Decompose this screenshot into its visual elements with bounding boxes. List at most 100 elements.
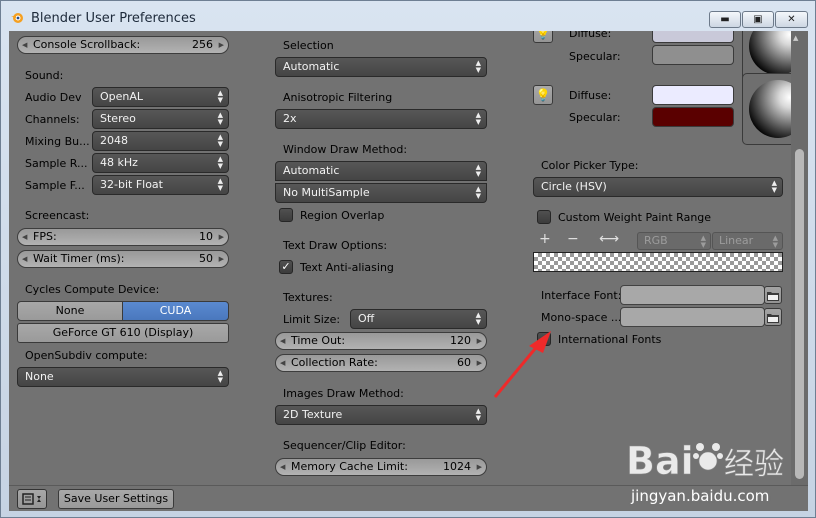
updown-arrow-icon: ▲ ▼ [772, 234, 778, 249]
color-mode-value: RGB [644, 234, 668, 247]
editor-type-button[interactable] [17, 489, 47, 509]
updown-arrow-icon: ▲ ▼ [475, 59, 481, 74]
limit-size-dropdown[interactable]: Off ▲ ▼ [350, 309, 487, 329]
increment-arrow-icon[interactable]: ▶ [219, 233, 224, 241]
channels-dropdown[interactable]: Stereo ▲ ▼ [92, 109, 229, 129]
mixing-buffer-value: 2048 [100, 134, 128, 147]
updown-arrow-icon: ▲ ▼ [475, 111, 481, 126]
increment-arrow-icon[interactable]: ▶ [477, 359, 482, 367]
time-out-field[interactable]: ◀ Time Out: 120 ▶ [275, 332, 487, 350]
interpolation-dropdown[interactable]: Linear ▲ ▼ [712, 232, 783, 250]
decrement-arrow-icon[interactable]: ◀ [280, 359, 285, 367]
opensubdiv-value: None [25, 370, 54, 383]
color-mode-dropdown[interactable]: RGB ▲ ▼ [637, 232, 711, 250]
diffuse-color-swatch-1[interactable] [652, 31, 734, 43]
title-bar[interactable]: Blender User Preferences ▬ ▣ ✕ [1, 1, 815, 31]
international-fonts-checkbox[interactable]: ✓ [537, 332, 551, 346]
folder-icon [767, 314, 779, 323]
decrement-arrow-icon[interactable]: ◀ [22, 233, 27, 241]
anisotropic-dropdown[interactable]: 2x ▲ ▼ [275, 109, 487, 129]
multisample-dropdown[interactable]: No MultiSample ▲ ▼ [275, 183, 487, 203]
decrement-arrow-icon[interactable]: ◀ [280, 463, 285, 471]
watermark-url: jingyan.baidu.com [631, 487, 770, 505]
updown-arrow-icon: ▲ ▼ [217, 89, 223, 104]
increment-arrow-icon[interactable]: ▶ [477, 463, 482, 471]
specular-color-swatch-1[interactable] [652, 45, 734, 65]
specular-color-swatch-2[interactable] [652, 107, 734, 127]
interface-font-input[interactable] [620, 285, 765, 305]
screencast-header: Screencast: [25, 209, 90, 222]
custom-weight-checkbox[interactable] [537, 210, 551, 224]
text-antialiasing-label: Text Anti-aliasing [300, 261, 394, 274]
gpu-device-button[interactable]: GeForce GT 610 (Display) [17, 323, 229, 343]
save-user-settings-button[interactable]: Save User Settings [58, 489, 174, 509]
mixing-buffer-dropdown[interactable]: 2048 ▲ ▼ [92, 131, 229, 151]
memory-cache-label: Memory Cache Limit: [291, 460, 408, 473]
color-picker-dropdown[interactable]: Circle (HSV) ▲ ▼ [533, 177, 783, 197]
sample-rate-dropdown[interactable]: 48 kHz ▲ ▼ [92, 153, 229, 173]
images-draw-value: 2D Texture [283, 408, 343, 421]
add-icon[interactable]: + [539, 231, 551, 247]
device-none-button[interactable]: None [17, 301, 123, 321]
audio-dev-value: OpenAL [100, 90, 144, 103]
channels-value: Stereo [100, 112, 136, 125]
updown-arrow-icon: ▲ ▼ [217, 133, 223, 148]
remove-icon[interactable]: − [567, 231, 579, 247]
increment-arrow-icon[interactable]: ▶ [477, 337, 482, 345]
selection-dropdown[interactable]: Automatic ▲ ▼ [275, 57, 487, 77]
console-scrollback-label: Console Scrollback: [33, 38, 141, 51]
updown-arrow-icon: ▲ ▼ [217, 369, 223, 384]
window-draw-dropdown[interactable]: Automatic ▲ ▼ [275, 161, 487, 181]
maximize-button[interactable]: ▣ [742, 11, 774, 28]
diffuse-label-2: Diffuse: [569, 89, 612, 102]
updown-arrow-icon: ▲ ▼ [475, 311, 481, 326]
collection-rate-field[interactable]: ◀ Collection Rate: 60 ▶ [275, 354, 487, 372]
updown-arrow-icon: ▲ ▼ [217, 111, 223, 126]
mixing-buffer-label: Mixing Bu... [25, 135, 90, 148]
cycles-compute-header: Cycles Compute Device: [25, 283, 160, 296]
preferences-window: Blender User Preferences ▬ ▣ ✕ ◀ Console… [0, 0, 816, 518]
color-ramp-preview[interactable] [533, 252, 783, 272]
increment-arrow-icon[interactable]: ▶ [219, 255, 224, 263]
device-cuda-button[interactable]: CUDA [122, 301, 229, 321]
sample-format-dropdown[interactable]: 32-bit Float ▲ ▼ [92, 175, 229, 195]
folder-browse-button[interactable] [764, 308, 782, 326]
time-out-label: Time Out: [291, 334, 346, 347]
region-overlap-checkbox[interactable] [279, 208, 293, 222]
window-title: Blender User Preferences [31, 11, 196, 26]
light-bulb-icon[interactable]: 💡 [533, 31, 553, 43]
updown-arrow-icon: ▲ ▼ [475, 185, 481, 200]
window-draw-header: Window Draw Method: [283, 143, 408, 156]
collection-rate-label: Collection Rate: [291, 356, 378, 369]
svg-text:Bai: Bai [626, 439, 694, 483]
folder-browse-button[interactable] [764, 286, 782, 304]
sample-rate-label: Sample R... [25, 157, 88, 170]
maximize-icon: ▣ [753, 14, 763, 25]
scroll-up-icon[interactable]: ▲ [793, 34, 798, 42]
audio-dev-dropdown[interactable]: OpenAL ▲ ▼ [92, 87, 229, 107]
increment-arrow-icon[interactable]: ▶ [219, 41, 224, 49]
text-antialiasing-checkbox[interactable]: ✓ [279, 260, 293, 274]
opensubdiv-dropdown[interactable]: None ▲ ▼ [17, 367, 229, 387]
window-draw-value: Automatic [283, 164, 340, 177]
sample-format-label: Sample F... [25, 179, 85, 192]
close-button[interactable]: ✕ [775, 11, 808, 28]
minimize-button[interactable]: ▬ [709, 11, 741, 28]
console-scrollback-field[interactable]: ◀ Console Scrollback: 256 ▶ [17, 36, 229, 54]
updown-arrow-icon: ▲ ▼ [771, 179, 777, 194]
checkmark-icon: ✓ [539, 332, 549, 345]
images-draw-header: Images Draw Method: [283, 387, 404, 400]
diffuse-color-swatch-2[interactable] [652, 85, 734, 105]
decrement-arrow-icon[interactable]: ◀ [280, 337, 285, 345]
decrement-arrow-icon[interactable]: ◀ [22, 41, 27, 49]
decrement-arrow-icon[interactable]: ◀ [22, 255, 27, 263]
light-bulb-icon[interactable]: 💡 [533, 85, 553, 105]
textures-header: Textures: [283, 291, 333, 304]
fps-field[interactable]: ◀ FPS: 10 ▶ [17, 228, 229, 246]
wait-timer-field[interactable]: ◀ Wait Timer (ms): 50 ▶ [17, 250, 229, 268]
images-draw-dropdown[interactable]: 2D Texture ▲ ▼ [275, 405, 487, 425]
flip-arrows-icon[interactable]: ⟷ [599, 231, 619, 247]
interface-font-label: Interface Font: [541, 289, 622, 302]
memory-cache-field[interactable]: ◀ Memory Cache Limit: 1024 ▶ [275, 458, 487, 476]
mono-font-input[interactable] [620, 307, 765, 327]
